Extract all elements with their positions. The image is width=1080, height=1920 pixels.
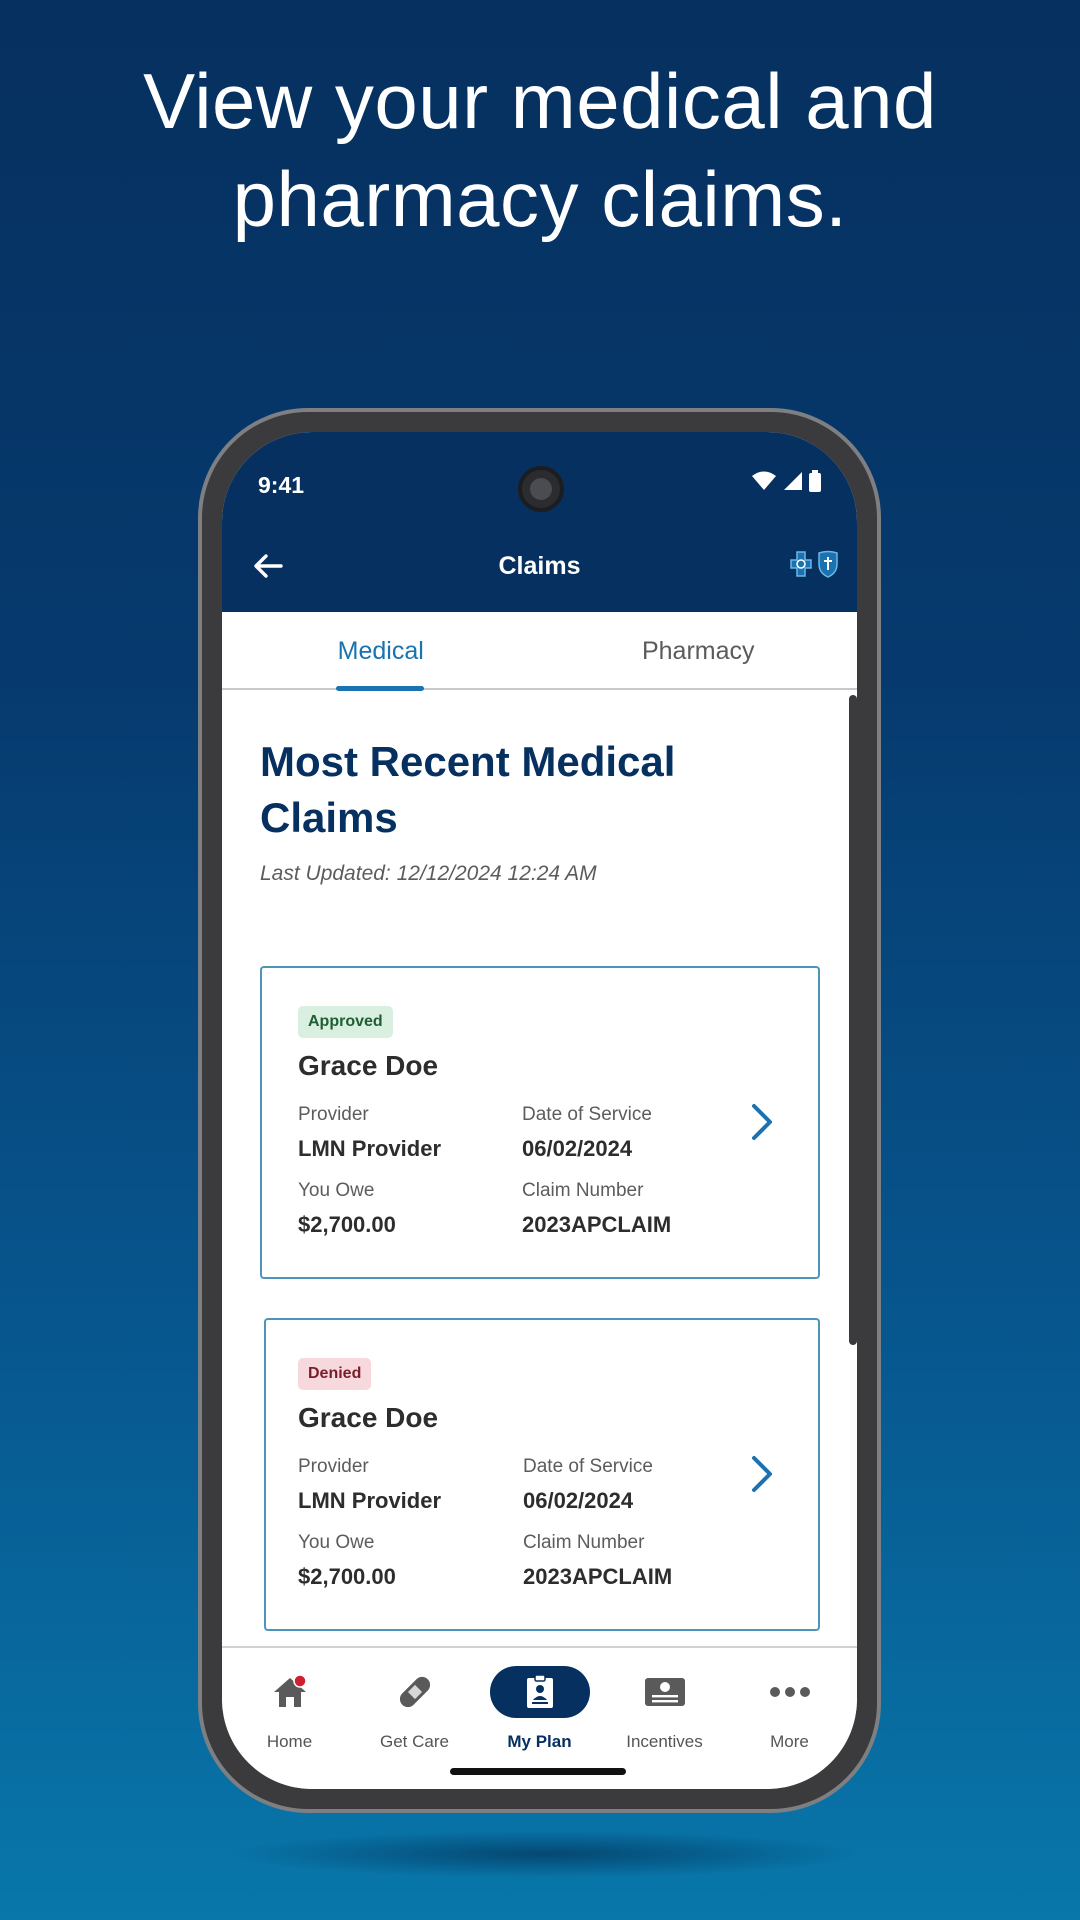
claim-number-value: 2023APCLAIM	[523, 1564, 673, 1589]
you-owe-label: You Owe	[298, 1180, 375, 1201]
bottom-navigation: Home Get Care My Plan Incentives More	[222, 1646, 857, 1789]
front-camera	[518, 466, 564, 512]
promo-headline: View your medical and pharmacy claims.	[0, 52, 1080, 248]
member-name: Grace Doe	[298, 1050, 439, 1081]
phone-frame: 9:41 Claims Medical Pharmacy Most Recent…	[198, 408, 881, 1813]
member-name: Grace Doe	[298, 1402, 439, 1433]
nav-label: More	[770, 1732, 809, 1751]
tab-medical[interactable]: Medical	[222, 612, 540, 691]
nav-label: My Plan	[507, 1732, 572, 1751]
claim-number-value: 2023APCLAIM	[522, 1212, 672, 1237]
claim-number-label: Claim Number	[522, 1180, 644, 1201]
you-owe-value: $2,700.00	[298, 1564, 396, 1589]
claims-tabs: Medical Pharmacy	[222, 612, 858, 691]
nav-label: Incentives	[626, 1732, 703, 1751]
dollar-card-icon	[615, 1666, 715, 1718]
section-title: Most Recent Medical Claims	[260, 738, 676, 841]
nav-label: Home	[266, 1732, 313, 1751]
status-badge: Denied	[298, 1358, 372, 1390]
provider-value: LMN Provider	[298, 1136, 442, 1161]
claim-number-label: Claim Number	[523, 1532, 645, 1553]
id-card-icon	[489, 1666, 590, 1718]
status-badge: Approved	[298, 1006, 393, 1038]
chevron-right-icon	[752, 1104, 772, 1140]
provider-value: LMN Provider	[298, 1488, 442, 1513]
bandage-icon	[365, 1666, 465, 1718]
app-header: 9:41 Claims	[222, 432, 857, 612]
phone-screen: 9:41 Claims Medical Pharmacy Most Recent…	[222, 432, 857, 1789]
date-of-service-value: 06/02/2024	[523, 1488, 634, 1513]
claim-card[interactable]: Denied Grace Doe Provider LMN Provider D…	[264, 1318, 820, 1631]
you-owe-value: $2,700.00	[298, 1212, 396, 1237]
chevron-right-icon	[752, 1456, 772, 1492]
headline-line-2: pharmacy claims.	[232, 155, 848, 243]
tab-pharmacy-label: Pharmacy	[641, 637, 755, 665]
battery-icon	[809, 470, 821, 492]
date-of-service-label: Date of Service	[522, 1104, 652, 1125]
tab-pharmacy[interactable]: Pharmacy	[540, 612, 858, 690]
claim-card[interactable]: Approved Grace Doe Provider LMN Provider…	[260, 966, 820, 1279]
home-icon	[240, 1666, 340, 1718]
home-indicator[interactable]	[450, 1768, 626, 1775]
status-icons	[751, 470, 821, 492]
you-owe-label: You Owe	[298, 1532, 375, 1553]
more-dots-icon	[740, 1666, 840, 1718]
headline-line-1: View your medical and	[143, 57, 937, 145]
phone-shadow	[230, 1830, 860, 1878]
scrollbar[interactable]	[849, 695, 857, 1345]
date-of-service-value: 06/02/2024	[522, 1136, 633, 1161]
provider-label: Provider	[298, 1104, 369, 1125]
date-of-service-label: Date of Service	[523, 1456, 653, 1477]
nav-label: Get Care	[380, 1732, 449, 1751]
tab-medical-label: Medical	[337, 637, 424, 665]
active-tab-indicator	[336, 686, 424, 691]
blue-shield-icon	[818, 550, 838, 578]
status-time: 9:41	[258, 472, 305, 498]
provider-label: Provider	[298, 1456, 369, 1477]
wifi-icon	[752, 471, 776, 490]
bcbs-logo	[789, 550, 839, 578]
last-updated: Last Updated: 12/12/2024 12:24 AM	[260, 862, 597, 885]
page-title: Claims	[498, 552, 581, 580]
blue-cross-icon	[790, 551, 812, 577]
signal-icon	[784, 472, 802, 490]
